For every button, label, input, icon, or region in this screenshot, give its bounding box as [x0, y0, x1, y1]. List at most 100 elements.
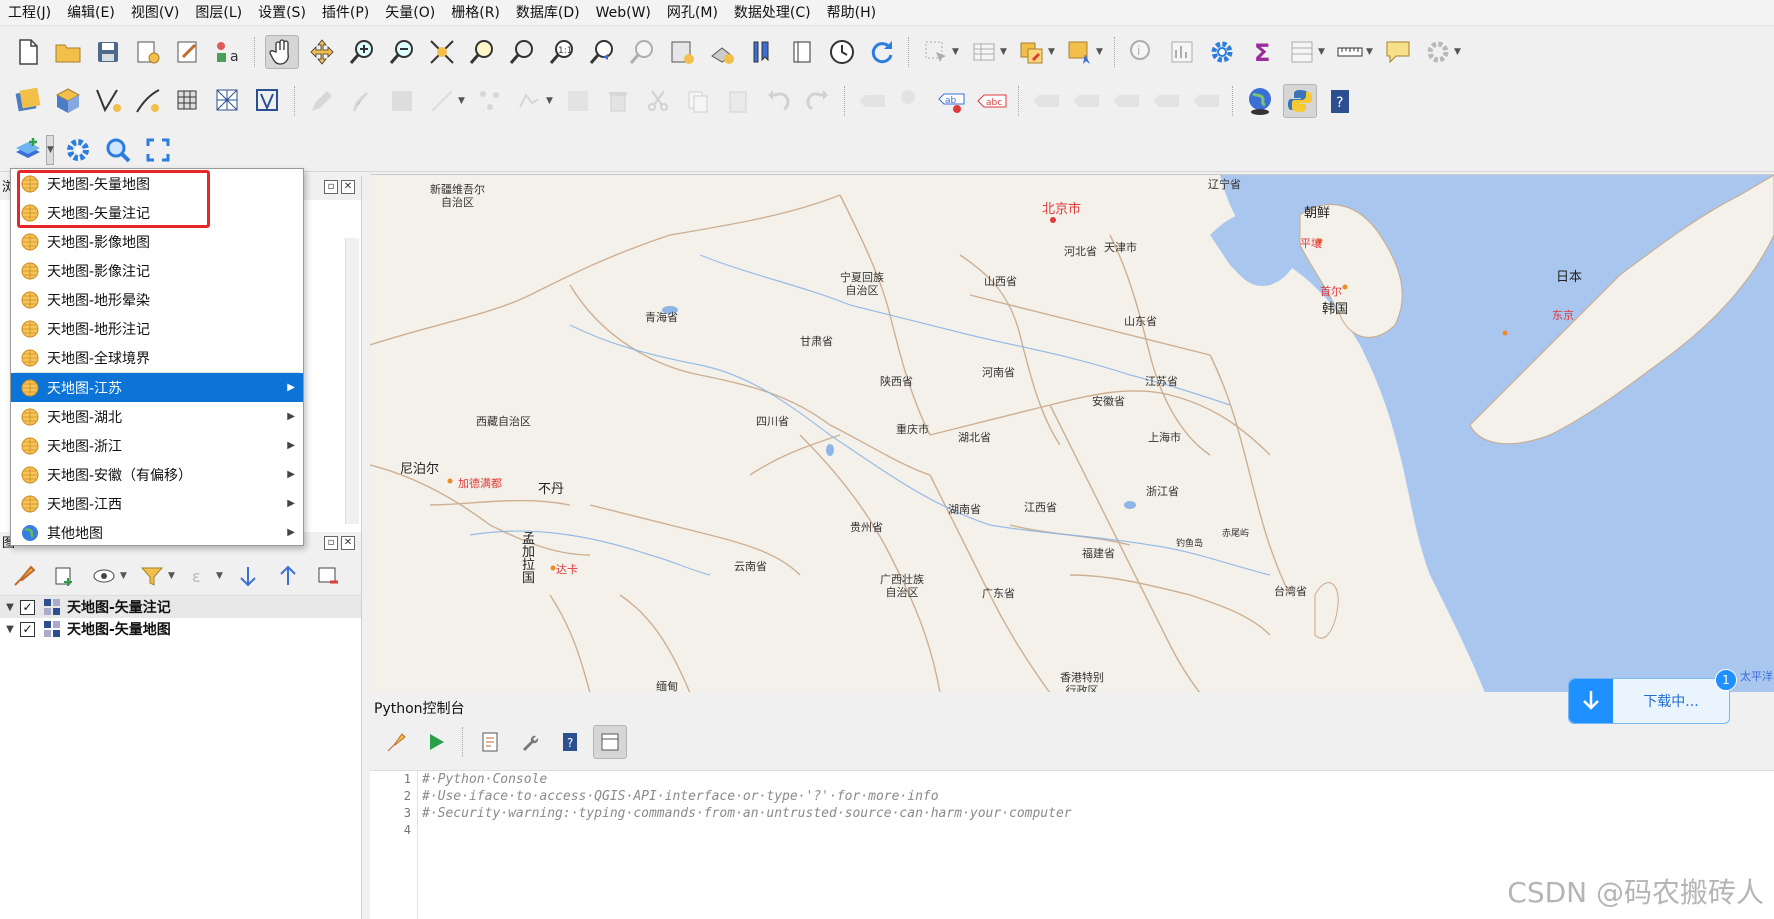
filter-icon[interactable] — [135, 559, 169, 593]
vertex-editor-icon[interactable] — [473, 84, 507, 118]
menu-item-global-boundary[interactable]: 天地图-全球境界 — [11, 343, 303, 372]
menu-layer[interactable]: 图层(L) — [187, 0, 250, 26]
field-calculator-icon[interactable] — [1285, 35, 1319, 69]
menu-plugins[interactable]: 插件(P) — [314, 0, 377, 26]
project-properties-icon[interactable] — [131, 35, 165, 69]
gear-icon[interactable] — [1205, 35, 1239, 69]
pan-hand-icon[interactable] — [265, 35, 299, 69]
clock-icon[interactable] — [825, 35, 859, 69]
float-panel-icon[interactable]: ▫ — [324, 536, 338, 550]
new-shapefile-icon[interactable] — [91, 84, 125, 118]
expand-arrow-icon[interactable]: ▼ — [0, 602, 20, 613]
identify-icon[interactable]: i — [1125, 35, 1159, 69]
label-highlight-icon[interactable]: ab — [935, 84, 969, 118]
menu-item-hubei[interactable]: 天地图-湖北 ▶ — [11, 402, 303, 431]
data-source-manager-icon[interactable] — [11, 84, 45, 118]
menu-mesh[interactable]: 网孔(M) — [659, 0, 726, 26]
save-project-icon[interactable] — [91, 35, 125, 69]
settings-icon[interactable] — [1421, 35, 1455, 69]
run-command-icon[interactable] — [419, 725, 453, 759]
manage-visibility-icon[interactable] — [87, 559, 121, 593]
chevron-down-icon[interactable]: ▼ — [1048, 47, 1056, 57]
menu-web[interactable]: Web(W) — [588, 0, 659, 26]
remove-layer-icon[interactable] — [311, 559, 345, 593]
zoom-native-icon[interactable]: 1:1 — [545, 35, 579, 69]
zoom-to-layer-icon[interactable] — [505, 35, 539, 69]
statistics-icon[interactable] — [1165, 35, 1199, 69]
zoom-next-icon[interactable] — [625, 35, 659, 69]
pencil-edit-icon[interactable] — [305, 84, 339, 118]
add-layer-icon[interactable] — [11, 133, 45, 167]
browser-scrollbar[interactable] — [345, 238, 359, 524]
new-bookmark-icon[interactable] — [665, 35, 699, 69]
menu-item-zhejiang[interactable]: 天地图-浙江 ▶ — [11, 431, 303, 460]
undo-icon[interactable] — [761, 84, 795, 118]
collapse-all-icon[interactable] — [271, 559, 305, 593]
expand-all-icon[interactable] — [231, 559, 265, 593]
search-magnifier-icon[interactable] — [101, 133, 135, 167]
clear-console-icon[interactable] — [379, 725, 413, 759]
style-brush-icon[interactable] — [7, 559, 41, 593]
menu-processing[interactable]: 数据处理(C) — [726, 0, 819, 26]
digitize-icon[interactable] — [425, 84, 459, 118]
chevron-down-icon[interactable]: ▼ — [458, 96, 466, 106]
float-panel-icon[interactable]: ▫ — [324, 180, 338, 194]
paste-icon[interactable] — [721, 84, 755, 118]
menu-item-terrain-shading[interactable]: 天地图-地形晕染 — [11, 285, 303, 314]
deselect-icon[interactable] — [1015, 35, 1049, 69]
print-layout-icon[interactable] — [171, 35, 205, 69]
chevron-down-icon[interactable]: ▼ — [1454, 47, 1462, 57]
map-canvas[interactable]: 新疆维吾尔 自治区 北京市 辽宁省 朝鲜 平壤 河北省 天津市 宁夏回族 自治区… — [370, 174, 1774, 692]
edit-table-icon[interactable] — [561, 84, 595, 118]
options-wrench-icon[interactable] — [513, 725, 547, 759]
map-tips-icon[interactable] — [1381, 35, 1415, 69]
menu-database[interactable]: 数据库(D) — [508, 0, 588, 26]
menu-item-vector-map[interactable]: 天地图-矢量地图 — [11, 169, 303, 198]
menu-item-jiangsu[interactable]: 天地图-江苏 ▶ — [11, 373, 303, 402]
copy-icon[interactable] — [681, 84, 715, 118]
zoom-to-selection-icon[interactable] — [465, 35, 499, 69]
toggle-editing-icon[interactable] — [345, 84, 379, 118]
menu-project[interactable]: 工程(J) — [0, 0, 59, 26]
new-geopackage-icon[interactable] — [51, 84, 85, 118]
chevron-down-icon[interactable]: ▼ — [952, 47, 960, 57]
select-location-icon[interactable] — [1063, 35, 1097, 69]
label-rotate-icon[interactable] — [1149, 84, 1183, 118]
code-area[interactable]: #·Python·Console #·Use·iface·to·access·Q… — [422, 771, 1072, 839]
label-change-icon[interactable]: abc — [975, 84, 1009, 118]
label-tool-icon[interactable] — [855, 84, 889, 118]
style-manager-icon[interactable]: a — [211, 35, 245, 69]
cut-icon[interactable] — [641, 84, 675, 118]
zoom-full-icon[interactable] — [425, 35, 459, 69]
open-project-icon[interactable] — [51, 35, 85, 69]
menu-item-jiangxi[interactable]: 天地图-江西 ▶ — [11, 489, 303, 518]
refresh-icon[interactable] — [865, 35, 899, 69]
label-edit-icon[interactable] — [1189, 84, 1223, 118]
chevron-down-icon[interactable]: ▼ — [216, 571, 224, 581]
new-virtual-layer-icon[interactable] — [171, 84, 205, 118]
chevron-down-icon[interactable]: ▼ — [168, 571, 176, 581]
close-panel-icon[interactable]: ✕ — [341, 536, 355, 550]
attribute-table-icon[interactable] — [967, 35, 1001, 69]
chevron-down-icon[interactable]: ▼ — [1000, 47, 1008, 57]
show-bookmarks-icon[interactable] — [705, 35, 739, 69]
zoom-out-icon[interactable] — [385, 35, 419, 69]
new-mesh-layer-icon[interactable] — [211, 84, 245, 118]
menu-item-anhui[interactable]: 天地图-安徽（有偏移） ▶ — [11, 460, 303, 489]
show-map-tips-icon[interactable] — [785, 35, 819, 69]
layer-checkbox[interactable]: ✓ — [20, 599, 35, 615]
chevron-down-icon[interactable]: ▼ — [546, 96, 554, 106]
label-hide-icon[interactable] — [1069, 84, 1103, 118]
delete-icon[interactable] — [601, 84, 635, 118]
menu-view[interactable]: 视图(V) — [123, 0, 188, 26]
menu-item-image-map[interactable]: 天地图-影像地图 — [11, 227, 303, 256]
close-panel-icon[interactable]: ✕ — [341, 180, 355, 194]
redo-icon[interactable] — [801, 84, 835, 118]
modify-attributes-icon[interactable] — [513, 84, 547, 118]
help-icon[interactable]: ? — [553, 725, 587, 759]
select-features-icon[interactable] — [919, 35, 953, 69]
chevron-down-icon[interactable]: ▼ — [120, 571, 128, 581]
zoom-in-icon[interactable] — [345, 35, 379, 69]
label-move-icon[interactable] — [1109, 84, 1143, 118]
new-temporary-layer-icon[interactable] — [131, 84, 165, 118]
